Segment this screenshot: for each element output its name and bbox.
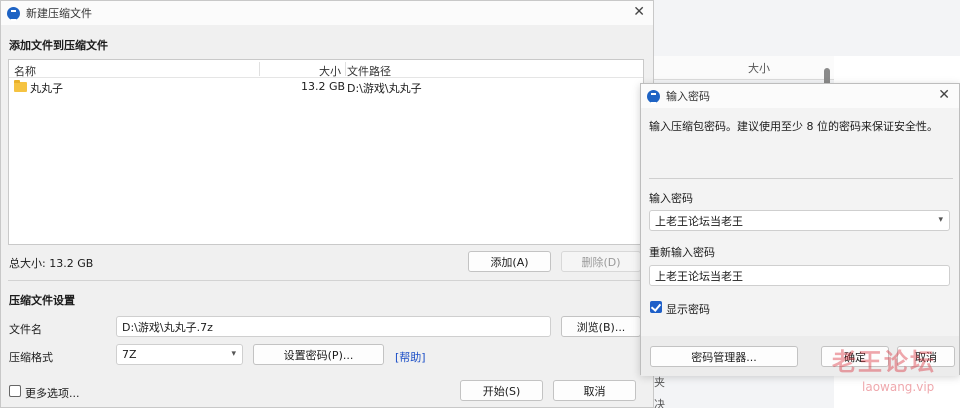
background-row: 决 xyxy=(654,398,665,408)
settings-section-label: 压缩文件设置 xyxy=(9,294,75,307)
more-options-label[interactable]: 更多选项... xyxy=(25,385,80,401)
browse-button[interactable]: 浏览(B)... xyxy=(561,316,641,337)
filename-label: 文件名 xyxy=(9,323,42,336)
password-label: 输入密码 xyxy=(649,192,693,205)
chevron-down-icon: ▾ xyxy=(231,349,236,359)
show-password-checkbox[interactable] xyxy=(650,301,662,313)
list-item[interactable]: 丸丸子 13.2 GB D:\游戏\丸丸子 xyxy=(9,79,643,95)
app-icon xyxy=(7,6,20,21)
cancel-button[interactable]: 取消 xyxy=(553,380,636,401)
password-dialog-title: 输入密码 xyxy=(666,90,710,103)
folder-icon xyxy=(14,80,27,92)
password-dialog-titlebar: 输入密码 ✕ xyxy=(641,84,959,108)
reenter-password-value: 上老王论坛当老王 xyxy=(655,269,743,283)
password-divider xyxy=(649,178,953,179)
add-button[interactable]: 添加(A) xyxy=(468,251,551,272)
reenter-password-label: 重新输入密码 xyxy=(649,246,715,259)
file-size: 13.2 GB xyxy=(301,80,346,93)
close-icon[interactable]: ✕ xyxy=(633,4,645,20)
start-button[interactable]: 开始(S) xyxy=(460,380,543,401)
format-select[interactable]: 7Z ▾ xyxy=(116,344,243,365)
help-link[interactable]: [帮助] xyxy=(395,349,426,365)
password-dialog: 输入密码 ✕ 输入压缩包密码。建议使用至少 8 位的密码来保证安全性。 输入密码… xyxy=(640,83,960,376)
column-header-path[interactable]: 文件路径 xyxy=(347,63,391,79)
format-value: 7Z xyxy=(122,348,137,361)
column-separator[interactable] xyxy=(345,62,346,76)
column-separator[interactable] xyxy=(259,62,260,76)
set-password-button[interactable]: 设置密码(P)... xyxy=(253,344,384,365)
file-list-header: 名称 大小 文件路径 xyxy=(9,60,643,78)
app-icon xyxy=(647,89,660,104)
file-path: D:\游戏\丸丸子 xyxy=(347,82,422,95)
password-intro-text: 输入压缩包密码。建议使用至少 8 位的密码来保证安全性。 xyxy=(649,120,938,133)
reenter-password-input[interactable]: 上老王论坛当老王 xyxy=(649,265,950,286)
chevron-down-icon[interactable]: ▾ xyxy=(938,215,943,225)
more-options-checkbox[interactable] xyxy=(9,385,21,397)
dialog-titlebar: 新建压缩文件 ✕ xyxy=(1,1,653,25)
new-archive-dialog: 新建压缩文件 ✕ 添加文件到压缩文件 名称 大小 文件路径 丸丸子 13.2 G… xyxy=(0,0,654,408)
total-size: 总大小: 13.2 GB xyxy=(9,257,94,270)
format-label: 压缩格式 xyxy=(9,351,53,364)
password-value: 上老王论坛当老王 xyxy=(655,214,743,228)
filename-input[interactable]: D:\游戏\丸丸子.7z xyxy=(116,316,551,337)
section-divider xyxy=(8,280,646,281)
dialog-title: 新建压缩文件 xyxy=(26,7,92,20)
password-manager-button[interactable]: 密码管理器... xyxy=(650,346,798,367)
password-input[interactable]: 上老王论坛当老王 ▾ xyxy=(649,210,950,231)
add-files-section-label: 添加文件到压缩文件 xyxy=(9,39,108,52)
watermark-url: laowang.vip xyxy=(862,380,935,394)
close-icon[interactable]: ✕ xyxy=(938,87,950,103)
column-header-name[interactable]: 名称 xyxy=(14,63,36,79)
delete-button[interactable]: 删除(D) xyxy=(561,251,641,272)
filename-value: D:\游戏\丸丸子.7z xyxy=(122,320,213,334)
show-password-label[interactable]: 显示密码 xyxy=(666,301,710,317)
watermark-text: 老王论坛 xyxy=(832,348,936,376)
background-row: 夹 xyxy=(654,376,665,389)
background-col-size: 大小 xyxy=(748,62,770,75)
file-name: 丸丸子 xyxy=(30,82,63,95)
watermark: 老王论坛 laowang.vip xyxy=(822,338,960,408)
column-header-size[interactable]: 大小 xyxy=(319,63,341,79)
file-list[interactable]: 名称 大小 文件路径 丸丸子 13.2 GB D:\游戏\丸丸子 xyxy=(8,59,644,245)
